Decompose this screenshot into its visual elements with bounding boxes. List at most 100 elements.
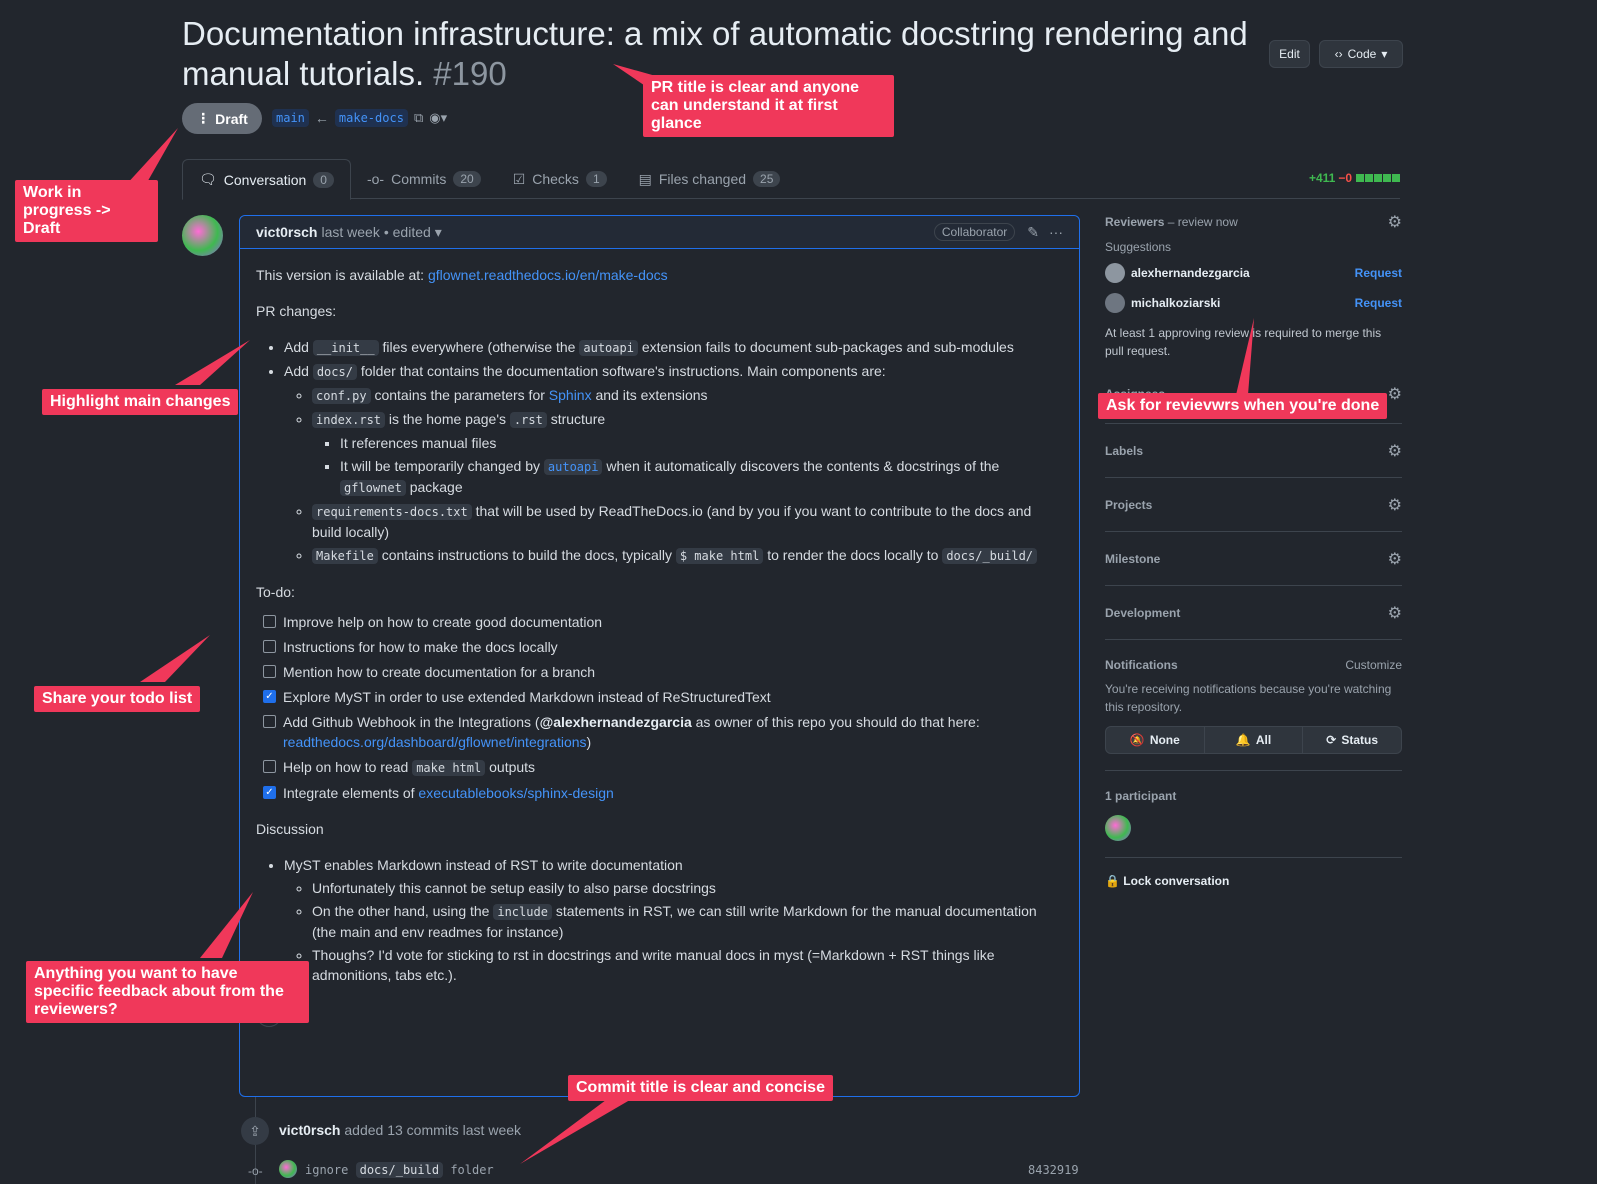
discussion-list: MyST enables Markdown instead of RST to …	[284, 855, 1063, 985]
tab-files-changed[interactable]: ▤ Files changed 25	[623, 159, 797, 199]
list-item: On the other hand, using the include sta…	[312, 901, 1063, 942]
commit-arrow	[520, 1097, 635, 1164]
task-checkbox[interactable]	[263, 665, 276, 678]
user-mention[interactable]: @alexhernandezgarcia	[540, 714, 692, 730]
task-checkbox[interactable]	[263, 640, 276, 653]
tab-checks[interactable]: ☑ Checks 1	[497, 159, 623, 199]
comment-author[interactable]: vict0rsch	[256, 224, 317, 240]
request-review-button[interactable]: Request	[1355, 296, 1402, 310]
task-checkbox[interactable]	[263, 760, 276, 773]
gear-icon[interactable]: ⚙	[1388, 603, 1402, 623]
commit-avatar[interactable]	[279, 1160, 297, 1178]
diffstat[interactable]: +411 −0	[1309, 171, 1400, 185]
reviewer-avatar	[1105, 293, 1125, 313]
request-review-button[interactable]: Request	[1355, 266, 1402, 280]
eye-icon[interactable]: ◉▾	[429, 110, 447, 126]
commit-sha[interactable]: 8432919	[1028, 1163, 1079, 1177]
list-item: Add docs/ folder that contains the docum…	[284, 361, 1063, 566]
notifications-heading: Notifications	[1105, 658, 1178, 672]
task-item: Improve help on how to create good docum…	[263, 612, 1063, 632]
comment-time[interactable]: last week	[321, 224, 379, 240]
gear-icon[interactable]: ⚙	[1388, 212, 1402, 232]
task-checkbox-checked[interactable]: ✓	[263, 786, 276, 799]
tab-commits[interactable]: -o- Commits 20	[351, 159, 497, 199]
base-branch[interactable]: main	[272, 109, 309, 127]
edited-label[interactable]: • edited	[384, 224, 431, 240]
bell-slash-icon: 🔕	[1129, 733, 1145, 747]
task-checkbox-checked[interactable]: ✓	[263, 690, 276, 703]
list-item: Unfortunately this cannot be setup easil…	[312, 878, 1063, 898]
kebab-menu-icon[interactable]: ···	[1049, 224, 1063, 240]
participants-count: 1 participant	[1105, 789, 1177, 803]
chevron-down-icon: ▾	[1381, 47, 1388, 61]
gear-icon[interactable]: ⚙	[1388, 441, 1402, 461]
labels-section[interactable]: Labels ⚙	[1105, 424, 1402, 478]
notif-none-button[interactable]: 🔕 None	[1106, 727, 1205, 753]
tab-counter: 25	[753, 171, 781, 187]
reviewer-row: alexhernandezgarcia Request	[1105, 258, 1402, 288]
checklist-icon: ☑	[512, 170, 526, 187]
deletions-count: −0	[1338, 171, 1352, 185]
docs-link[interactable]: gflownet.readthedocs.io/en/make-docs	[428, 267, 668, 283]
timeline-author[interactable]: vict0rsch	[279, 1122, 340, 1138]
pr-tabs: 🗨 Conversation 0 -o- Commits 20 ☑ Checks…	[182, 159, 1400, 200]
customize-link[interactable]: Customize	[1345, 656, 1402, 674]
tab-conversation[interactable]: 🗨 Conversation 0	[182, 159, 351, 200]
additions-count: +411	[1308, 171, 1336, 185]
callout-todo: Share your todo list	[34, 686, 201, 712]
pencil-icon[interactable]: ✎	[1027, 224, 1039, 241]
draft-pr-icon: ⋮	[196, 110, 211, 126]
reviewer-name[interactable]: alexhernandezgarcia	[1131, 266, 1250, 280]
tab-label: Checks	[532, 171, 579, 187]
callout-feedback: Anything you want to have specific feedb…	[26, 961, 309, 1023]
commit-message[interactable]: ignore docs/_build folder	[305, 1162, 494, 1178]
bell-icon: 🔔	[1235, 733, 1251, 747]
code-button[interactable]: ‹› Code ▾	[1319, 40, 1403, 68]
participant-avatar[interactable]	[1105, 815, 1131, 841]
timeline-event: vict0rsch added 13 commits last week	[279, 1122, 521, 1138]
list-item: It references manual files	[340, 433, 1063, 453]
todo-arrow	[140, 635, 210, 682]
gear-icon[interactable]: ⚙	[1388, 384, 1402, 404]
tab-label: Files changed	[658, 171, 747, 187]
task-checkbox[interactable]	[263, 715, 276, 728]
chevron-down-icon[interactable]: ▾	[435, 224, 442, 241]
draft-label: Draft	[215, 110, 248, 127]
head-branch[interactable]: make-docs	[334, 109, 408, 127]
code-button-label: Code	[1347, 47, 1377, 61]
list-item: Thoughs? I'd vote for sticking to rst in…	[312, 945, 1063, 985]
diffstat-bar	[1355, 171, 1400, 185]
discussion-heading: Discussion	[256, 821, 324, 837]
edit-button[interactable]: Edit	[1269, 40, 1310, 68]
milestone-section[interactable]: Milestone ⚙	[1105, 532, 1402, 586]
tab-counter: 20	[453, 171, 481, 187]
integrations-link[interactable]: readthedocs.org/dashboard/gflownet/integ…	[283, 734, 587, 750]
reviewer-name[interactable]: michalkoziarski	[1131, 296, 1220, 310]
gear-icon[interactable]: ⚙	[1388, 549, 1402, 569]
task-item: ✓ Integrate elements of executablebooks/s…	[263, 783, 1063, 803]
sphinx-design-link[interactable]: executablebooks/sphinx-design	[418, 785, 613, 801]
lock-conversation-button[interactable]: 🔒 Lock conversation	[1105, 858, 1402, 888]
sync-icon: ⟳	[1326, 733, 1337, 747]
notif-status-button[interactable]: ⟳ Status	[1303, 727, 1401, 753]
task-checkbox[interactable]	[263, 615, 276, 628]
projects-section[interactable]: Projects ⚙	[1105, 478, 1402, 532]
approval-note: At least 1 approving review is required …	[1105, 326, 1382, 358]
callout-title: PR title is clear and anyone can underst…	[643, 75, 894, 137]
notifications-section: Notifications Customize You're receiving…	[1105, 640, 1402, 771]
notif-all-button[interactable]: 🔔 All	[1205, 727, 1304, 753]
callout-commit: Commit title is clear and concise	[568, 1075, 833, 1101]
sphinx-link[interactable]: Sphinx	[549, 387, 592, 403]
copy-icon[interactable]: ⧉	[414, 110, 423, 126]
development-section[interactable]: Development ⚙	[1105, 586, 1402, 640]
author-avatar[interactable]	[182, 215, 223, 256]
gear-icon[interactable]: ⚙	[1388, 495, 1402, 515]
draft-badge: ⋮ Draft	[182, 103, 262, 134]
sidebar: Reviewers – review now ⚙ Suggestions ale…	[1105, 212, 1402, 888]
pr-number: #190	[433, 55, 507, 92]
reviewers-heading[interactable]: Reviewers – review now	[1105, 213, 1238, 231]
commit-icon: -o-	[248, 1164, 263, 1178]
comment-body: This version is available at: gflownet.r…	[240, 249, 1079, 1043]
callout-changes: Highlight main changes	[42, 389, 239, 415]
lock-icon: 🔒	[1105, 874, 1120, 888]
